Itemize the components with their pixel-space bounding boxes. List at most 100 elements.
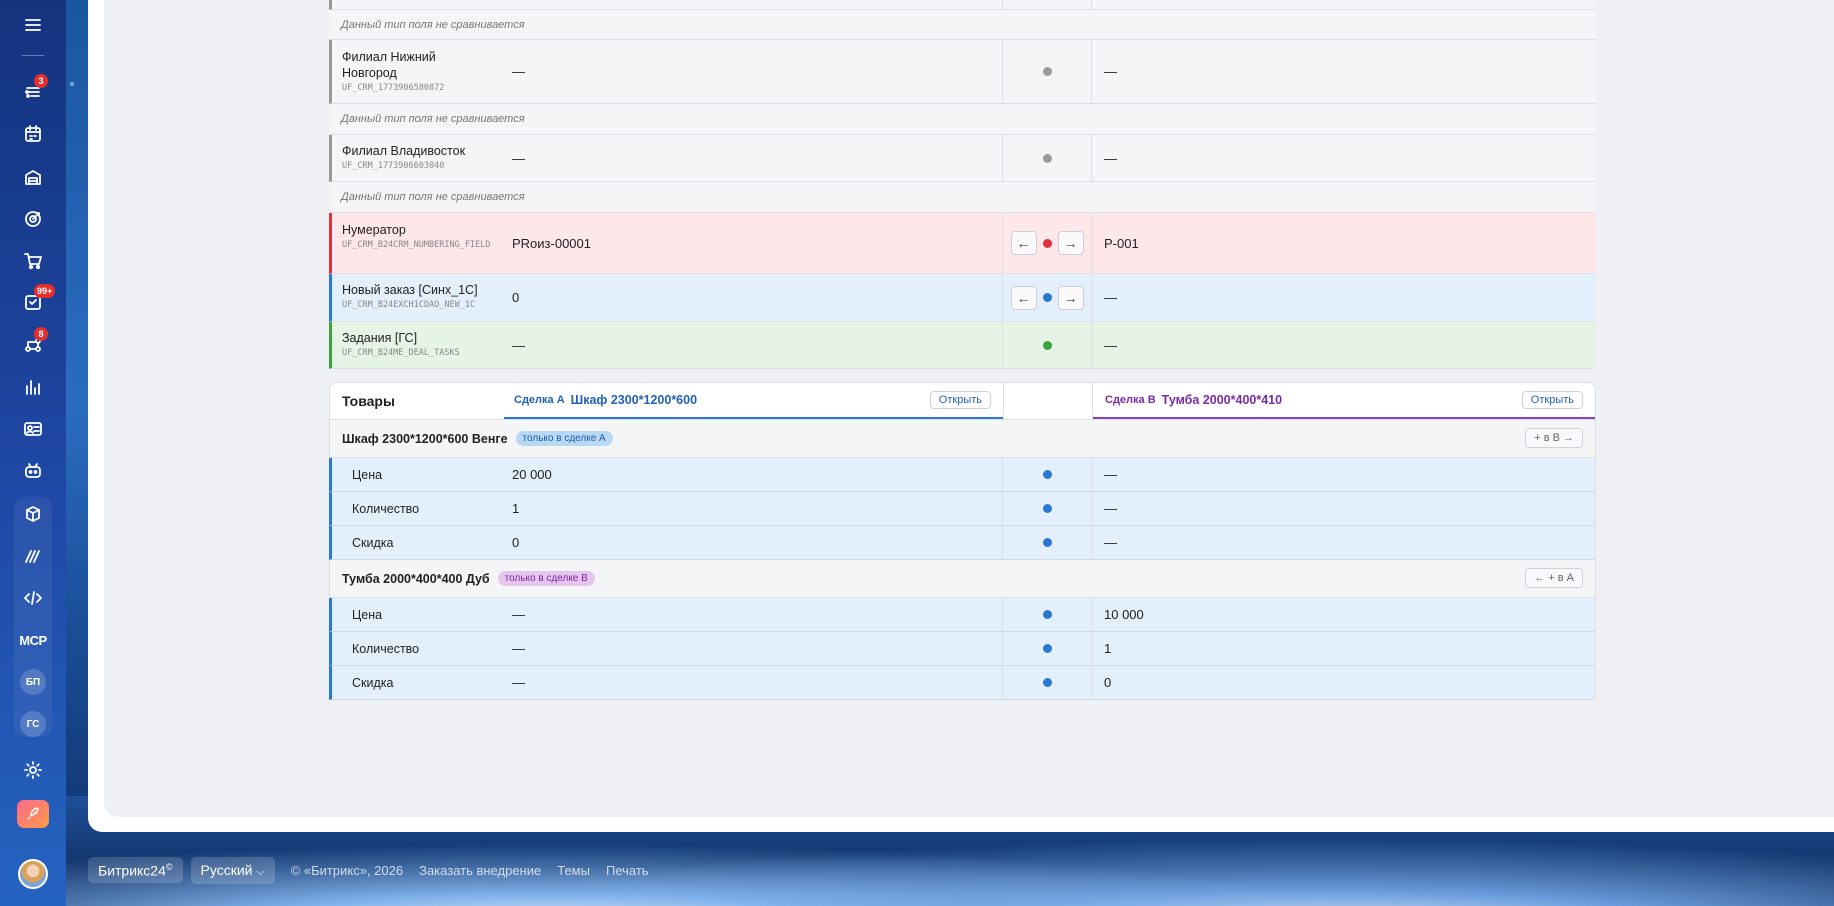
bp-item[interactable]: БП — [0, 666, 66, 698]
tasks-icon[interactable]: 99+ — [0, 284, 66, 318]
deal-b-header: Сделка B Тумба 2000*400*410 Открыть — [1093, 383, 1595, 419]
target-icon[interactable] — [0, 203, 66, 235]
add-to-b-button[interactable]: + в B → — [1525, 428, 1583, 448]
value-a: 0 — [512, 290, 520, 305]
product-group-cabinet: Тумба 2000*400*400 Дуб только в сделке B… — [329, 560, 1596, 598]
field-name: Нумератор — [342, 223, 406, 237]
value-b: 10 000 — [1104, 607, 1144, 622]
box-icon[interactable] — [0, 498, 66, 530]
product-row: Количество — 1 — [329, 632, 1596, 666]
brand-mark: © — [165, 861, 173, 872]
field-row-tasks: Задания [ГС] UF_CRM_B24ME_DEAL_TASKS — — — [329, 322, 1596, 369]
status-dot — [1042, 238, 1052, 248]
field-name: Задания [ГС] — [342, 331, 418, 345]
copy-to-a-button[interactable]: ← — [1010, 285, 1037, 310]
value-b: — — [1104, 535, 1117, 550]
copy-to-b-button[interactable]: → — [1057, 285, 1084, 310]
apps-group — [14, 497, 52, 737]
value-a: 20 000 — [512, 467, 552, 482]
copy-to-b-button[interactable]: → — [1057, 231, 1084, 255]
avatar-image — [18, 859, 48, 889]
field-code: UF_CRM_B24CRM_NUMBERING_FIELD — [342, 240, 491, 250]
status-dot — [1042, 153, 1052, 163]
language-label: Русский — [200, 861, 253, 878]
product-row: Количество 1 — — [329, 492, 1596, 526]
product-group-wardrobe: Шкаф 2300*1200*600 Венге только в сделке… — [329, 420, 1596, 458]
feed-badge: 3 — [34, 74, 48, 88]
automation-badge: 8 — [34, 327, 48, 341]
only-in-b-tag: только в сделке B — [497, 571, 595, 586]
menu-icon[interactable] — [0, 9, 66, 41]
prop-label: Скидка — [352, 535, 394, 550]
value-b: — — [1104, 501, 1117, 516]
deal-b-label: Сделка B — [1105, 394, 1156, 406]
footer: Битрикс24© Русский ⌵ © «Битрикс», 2026 З… — [88, 856, 649, 884]
footer-link-print[interactable]: Печать — [606, 863, 649, 878]
value-a: — — [512, 337, 525, 353]
products-title: Товары — [342, 393, 395, 409]
sidebar-divider — [22, 55, 44, 56]
value-a: — — [512, 150, 525, 166]
value-b: P-001 — [1104, 235, 1139, 251]
field-note: Данный тип поля не сравнивается — [329, 182, 1596, 213]
brand-name: Битрикс24 — [98, 862, 166, 879]
prop-label: Цена — [352, 607, 383, 622]
open-deal-b-button[interactable]: Открыть — [1521, 391, 1583, 409]
field-note: Данный тип поля не сравнивается — [329, 10, 1596, 40]
status-dot — [1042, 67, 1052, 76]
footer-link-themes[interactable]: Темы — [557, 863, 590, 878]
language-select[interactable]: Русский ⌵ — [190, 856, 275, 884]
bp-label: БП — [20, 669, 46, 695]
warehouse-icon[interactable] — [0, 161, 66, 193]
tasks-badge: 99+ — [34, 284, 56, 298]
chevron-down-icon: ⌵ — [256, 865, 265, 878]
status-dot — [1042, 340, 1052, 350]
value-b: — — [1104, 290, 1117, 305]
mcp-item[interactable]: MCP — [0, 624, 66, 656]
code-icon[interactable] — [0, 582, 66, 614]
status-dot — [1042, 644, 1052, 653]
scribble-icon[interactable] — [0, 540, 66, 572]
contacts-card-icon[interactable] — [0, 413, 66, 445]
field-code: UF_CRM_1773906603040 — [342, 161, 445, 171]
feed-icon[interactable]: 3 — [0, 74, 66, 108]
status-dot — [1042, 504, 1052, 513]
mcp-label: MCP — [19, 632, 47, 648]
analytics-icon[interactable] — [0, 371, 66, 403]
products-header: Товары Сделка А Шкаф 2300*1200*600 Откры… — [329, 382, 1596, 420]
deal-a-label: Сделка А — [514, 394, 565, 406]
brand-chip[interactable]: Битрикс24© — [88, 856, 183, 884]
user-avatar[interactable] — [0, 858, 66, 890]
calendar-icon[interactable] — [0, 118, 66, 150]
field-code: UF_CRM_B24EXCH1CDAO_NEW_1C — [342, 300, 476, 310]
prop-label: Скидка — [352, 675, 394, 690]
open-deal-a-button[interactable]: Открыть — [929, 391, 991, 409]
product-row: Скидка 0 — — [329, 526, 1596, 560]
add-to-a-button[interactable]: ← + в А — [1525, 568, 1583, 588]
prop-label: Количество — [352, 641, 420, 656]
value-b: 1 — [1104, 641, 1112, 656]
settings-icon[interactable] — [0, 754, 66, 786]
field-note: Данный тип поля не сравнивается — [329, 104, 1596, 135]
robot-icon[interactable] — [0, 455, 66, 487]
copy-to-a-button[interactable]: ← — [1010, 231, 1037, 255]
gs-item[interactable]: ГС — [0, 708, 66, 740]
deal-b-name: Тумба 2000*400*410 — [1161, 393, 1283, 407]
only-in-a-tag: только в сделке А — [515, 431, 613, 446]
value-a: — — [512, 64, 525, 79]
product-row: Цена — 10 000 — [329, 598, 1596, 632]
product-row: Цена 20 000 — — [329, 458, 1596, 492]
status-dot — [1042, 293, 1052, 302]
value-a: 0 — [512, 535, 520, 550]
product-name: Шкаф 2300*1200*600 Венге — [342, 431, 508, 446]
footer-link-implementation[interactable]: Заказать внедрение — [419, 863, 541, 878]
rocket-button[interactable] — [0, 798, 66, 830]
value-b: — — [1104, 337, 1117, 353]
cart-icon[interactable] — [0, 245, 66, 277]
status-dot — [1042, 538, 1052, 547]
field-row-vladivostok: Филиал Владивосток UF_CRM_1773906603040 —… — [329, 135, 1596, 182]
status-dot — [1042, 678, 1052, 687]
field-name: Филиал Владивосток — [342, 144, 466, 158]
value-b: 0 — [1104, 675, 1112, 690]
automation-icon[interactable]: 8 — [0, 327, 66, 361]
